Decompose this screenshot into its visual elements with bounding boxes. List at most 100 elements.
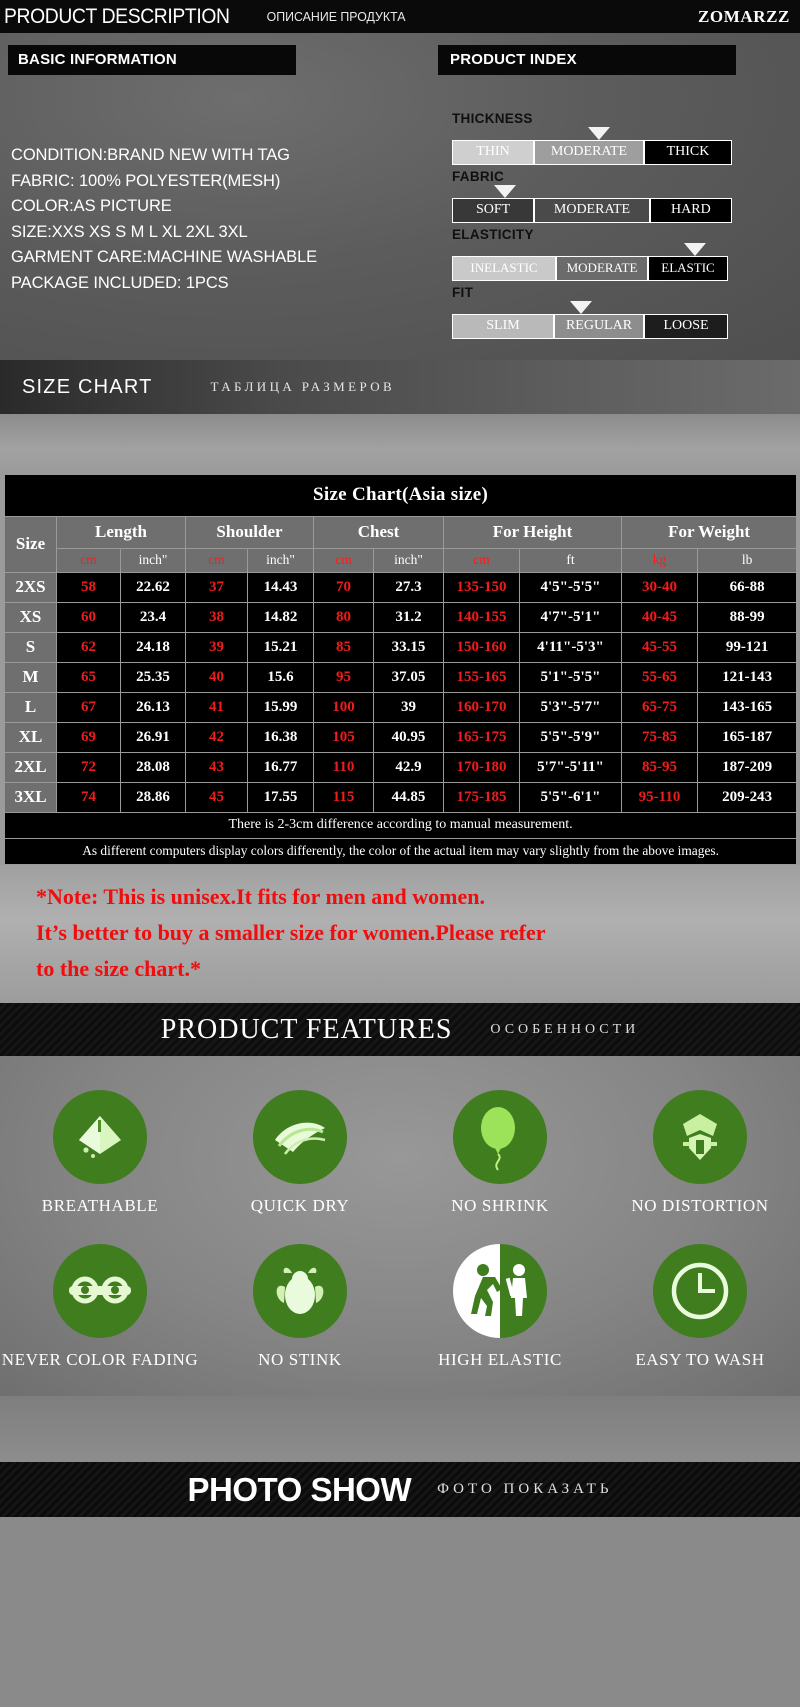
unit-weight-lb: lb: [696, 548, 798, 573]
cell-chest-inch: 31.2: [373, 602, 444, 633]
index-option-moderate[interactable]: MODERATE: [534, 198, 650, 223]
cell-length-cm: 65: [56, 662, 121, 693]
cell-chest-inch: 27.3: [373, 572, 444, 603]
no-distortion-icon: [653, 1090, 747, 1184]
cell-shoulder-inch: 16.38: [247, 722, 314, 753]
cell-weight-kg: 30-40: [621, 572, 698, 603]
table-row: 3XL 74 28.86 45 17.55 115 44.85 175-185 …: [4, 782, 798, 813]
index-option-moderate[interactable]: MODERATE: [534, 140, 644, 165]
index-options-fabric: SOFT MODERATE HARD: [452, 198, 733, 223]
unit-chest-inch: inch": [373, 548, 444, 573]
row-size-label: S: [4, 632, 57, 663]
cell-length-cm: 67: [56, 692, 121, 723]
index-option-thick[interactable]: THICK: [644, 140, 732, 165]
no-stink-icon: [253, 1244, 347, 1338]
cell-height-cm: 170-180: [443, 752, 520, 783]
header-for-weight: For Weight: [620, 516, 798, 549]
index-group-label: ELASTICITY: [452, 227, 534, 242]
index-option-hard[interactable]: HARD: [649, 198, 733, 223]
cell-weight-kg: 65-75: [621, 692, 698, 723]
unisex-note-line-3: to the size chart.*: [36, 956, 201, 981]
high-elastic-icon: [453, 1244, 547, 1338]
cell-chest-cm: 80: [313, 602, 374, 633]
cell-height-cm: 140-155: [443, 602, 520, 633]
table-row: XS 60 23.4 38 14.82 80 31.2 140-155 4'7"…: [4, 602, 798, 633]
page-title-ru: ОПИСАНИЕ ПРОДУКТА: [266, 9, 406, 24]
footnote-color: As different computers display colors di…: [3, 838, 798, 865]
index-marker-row: [452, 243, 732, 256]
feature-label: HIGH ELASTIC: [438, 1350, 562, 1369]
cell-chest-cm: 100: [313, 692, 374, 723]
chevron-down-icon: [588, 127, 610, 140]
index-marker-row: [452, 185, 732, 198]
cell-height-ft: 4'5"-5'5": [519, 572, 622, 603]
cell-length-cm: 62: [56, 632, 121, 663]
cell-height-cm: 150-160: [443, 632, 520, 663]
index-option-elastic[interactable]: ELASTIC: [648, 256, 728, 281]
spacer: [0, 1396, 800, 1462]
feature-label: EASY TO WASH: [635, 1350, 765, 1369]
feature-no-distortion: NO DISTORTION: [600, 1090, 800, 1216]
cell-height-ft: 5'7"-5'11": [519, 752, 622, 783]
header-size: Size: [4, 516, 57, 573]
breathable-icon: [53, 1090, 147, 1184]
unit-shoulder-cm: cm: [185, 548, 248, 573]
table-row: M 65 25.35 40 15.6 95 37.05 155-165 5'1"…: [4, 662, 798, 693]
cell-height-ft: 5'5"-5'9": [519, 722, 622, 753]
table-row: S 62 24.18 39 15.21 85 33.15 150-160 4'1…: [4, 632, 798, 663]
features-row-1: BREATHABLE QUICK DRY NO SHRINK NO DISTOR…: [0, 1090, 800, 1216]
index-option-slim[interactable]: SLIM: [452, 314, 554, 339]
cell-shoulder-cm: 41: [185, 692, 248, 723]
cell-weight-lb: 99-121: [696, 632, 798, 663]
basic-info-line: SIZE:XXS XS S M L XL 2XL 3XL: [11, 222, 248, 241]
feature-easy-to-wash: EASY TO WASH: [600, 1244, 800, 1370]
cell-height-cm: 160-170: [443, 692, 520, 723]
unit-shoulder-inch: inch": [247, 548, 314, 573]
feature-quick-dry: QUICK DRY: [200, 1090, 400, 1216]
index-option-moderate[interactable]: MODERATE: [556, 256, 648, 281]
table-header-row: Size Length Shoulder Chest For Height Fo…: [4, 516, 798, 573]
info-panel: BASIC INFORMATION PRODUCT INDEX CONDITIO…: [0, 33, 800, 360]
basic-information-list: CONDITION:BRAND NEW WITH TAG FABRIC: 100…: [11, 143, 317, 296]
row-size-label: 2XL: [4, 752, 57, 783]
index-group-thickness: THICKNESS THIN MODERATE THICK: [452, 111, 732, 165]
cell-height-ft: 5'3"-5'7": [519, 692, 622, 723]
easy-to-wash-clock-icon: [653, 1244, 747, 1338]
product-features-title-en: PRODUCT FEATURES: [160, 1013, 453, 1045]
cell-shoulder-inch: 17.55: [247, 782, 314, 813]
cell-length-inch: 22.62: [120, 572, 186, 603]
product-features-title-ru: ОСОБЕННОСТИ: [490, 1021, 640, 1037]
row-size-label: 3XL: [4, 782, 57, 813]
table-row: XL 69 26.91 42 16.38 105 40.95 165-175 5…: [4, 722, 798, 753]
cell-chest-cm: 95: [313, 662, 374, 693]
brand-logo: ZOMARZZ: [697, 6, 790, 26]
cell-chest-inch: 39: [373, 692, 444, 723]
row-size-label: XL: [4, 722, 57, 753]
basic-information-title: BASIC INFORMATION: [8, 45, 296, 75]
size-chart-table-wrap: Size Chart(Asia size) Size Length Should…: [0, 474, 800, 865]
cell-weight-lb: 143-165: [696, 692, 798, 723]
index-option-loose[interactable]: LOOSE: [644, 314, 728, 339]
index-option-soft[interactable]: SOFT: [452, 198, 535, 223]
feature-label: NEVER COLOR FADING: [1, 1350, 199, 1369]
index-group-label: FABRIC: [452, 169, 505, 184]
cell-length-cm: 60: [56, 602, 121, 633]
header-for-height: For Height: [443, 516, 622, 549]
page-title-en: PRODUCT DESCRIPTION: [4, 4, 230, 28]
table-row: L 67 26.13 41 15.99 100 39 160-170 5'3"-…: [4, 692, 798, 723]
photo-show-title-ru: ФОТО ПОКАЗАТЬ: [437, 1481, 613, 1497]
index-option-thin[interactable]: THIN: [452, 140, 534, 165]
product-features-banner: PRODUCT FEATURES ОСОБЕННОСТИ: [0, 1003, 800, 1056]
cell-shoulder-cm: 38: [185, 602, 248, 633]
cell-weight-kg: 85-95: [621, 752, 698, 783]
cell-chest-inch: 44.85: [373, 782, 444, 813]
cell-weight-lb: 187-209: [696, 752, 798, 783]
index-option-regular[interactable]: REGULAR: [554, 314, 644, 339]
cell-weight-kg: 45-55: [621, 632, 698, 663]
cell-shoulder-cm: 37: [185, 572, 248, 603]
cell-height-ft: 5'1"-5'5": [519, 662, 622, 693]
basic-info-line: FABRIC: 100% POLYESTER(MESH): [11, 171, 281, 190]
cell-weight-lb: 88-99: [696, 602, 798, 633]
cell-height-ft: 4'11"-5'3": [519, 632, 622, 663]
index-option-inelastic[interactable]: INELASTIC: [452, 256, 556, 281]
